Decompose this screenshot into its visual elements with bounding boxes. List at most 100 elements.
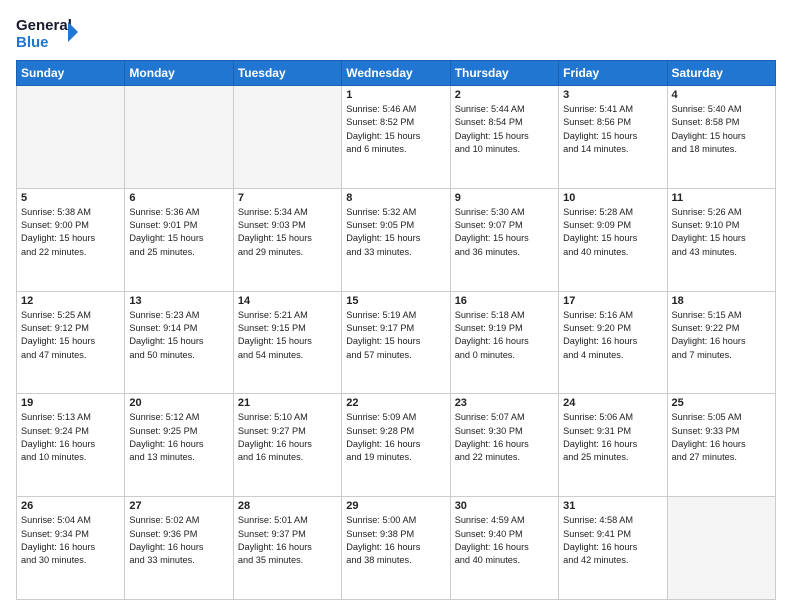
day-cell: 6 Sunrise: 5:36 AMSunset: 9:01 PMDaylight…	[125, 188, 233, 291]
day-cell	[17, 86, 125, 189]
weekday-header-saturday: Saturday	[667, 61, 775, 86]
day-cell: 22Sunrise: 5:09 AMSunset: 9:28 PMDayligh…	[342, 394, 450, 497]
day-cell: 17Sunrise: 5:16 AMSunset: 9:20 PMDayligh…	[559, 291, 667, 394]
day-info: Sunrise: 4:58 AMSunset: 9:41 PMDaylight:…	[563, 514, 662, 567]
day-cell: 16 Sunrise: 5:18 AMSunset: 9:19 PMDayligh…	[450, 291, 558, 394]
week-row-2: 5 Sunrise: 5:38 AMSunset: 9:00 PMDaylight…	[17, 188, 776, 291]
day-cell: 27 Sunrise: 5:02 AMSunset: 9:36 PMDayligh…	[125, 497, 233, 600]
day-info: Sunrise: 5:23 AMSunset: 9:14 PMDaylight:…	[129, 309, 228, 362]
day-cell: 25Sunrise: 5:05 AMSunset: 9:33 PMDayligh…	[667, 394, 775, 497]
day-number: 4	[672, 89, 771, 101]
weekday-header-thursday: Thursday	[450, 61, 558, 86]
day-info: Sunrise: 5:10 AMSunset: 9:27 PMDaylight:…	[238, 411, 337, 464]
page: GeneralBlue SundayMondayTuesdayWednesday…	[0, 0, 792, 612]
day-cell: 26 Sunrise: 5:04 AMSunset: 9:34 PMDayligh…	[17, 497, 125, 600]
day-info: Sunrise: 5:02 AMSunset: 9:36 PMDaylight:…	[129, 514, 228, 567]
header: GeneralBlue	[16, 12, 776, 52]
day-cell: 30 Sunrise: 4:59 AMSunset: 9:40 PMDayligh…	[450, 497, 558, 600]
day-info: Sunrise: 5:18 AMSunset: 9:19 PMDaylight:…	[455, 309, 554, 362]
day-number: 5	[21, 192, 120, 204]
day-number: 11	[672, 192, 771, 204]
logo-svg: GeneralBlue	[16, 12, 86, 52]
day-cell: 11 Sunrise: 5:26 AMSunset: 9:10 PMDayligh…	[667, 188, 775, 291]
day-number: 20	[129, 397, 228, 409]
day-number: 17	[563, 295, 662, 307]
week-row-5: 26 Sunrise: 5:04 AMSunset: 9:34 PMDayligh…	[17, 497, 776, 600]
day-cell: 21 Sunrise: 5:10 AMSunset: 9:27 PMDayligh…	[233, 394, 341, 497]
day-number: 23	[455, 397, 554, 409]
week-row-4: 19 Sunrise: 5:13 AMSunset: 9:24 PMDayligh…	[17, 394, 776, 497]
logo: GeneralBlue	[16, 12, 86, 52]
week-row-1: 1Sunrise: 5:46 AMSunset: 8:52 PMDaylight…	[17, 86, 776, 189]
day-cell: 13Sunrise: 5:23 AMSunset: 9:14 PMDayligh…	[125, 291, 233, 394]
day-info: Sunrise: 5:01 AMSunset: 9:37 PMDaylight:…	[238, 514, 337, 567]
day-info: Sunrise: 5:05 AMSunset: 9:33 PMDaylight:…	[672, 411, 771, 464]
day-cell: 12Sunrise: 5:25 AMSunset: 9:12 PMDayligh…	[17, 291, 125, 394]
day-cell: 8Sunrise: 5:32 AMSunset: 9:05 PMDaylight…	[342, 188, 450, 291]
day-info: Sunrise: 4:59 AMSunset: 9:40 PMDaylight:…	[455, 514, 554, 567]
day-cell	[667, 497, 775, 600]
day-cell: 31 Sunrise: 4:58 AMSunset: 9:41 PMDayligh…	[559, 497, 667, 600]
day-number: 8	[346, 192, 445, 204]
day-number: 24	[563, 397, 662, 409]
day-cell: 9 Sunrise: 5:30 AMSunset: 9:07 PMDaylight…	[450, 188, 558, 291]
day-number: 2	[455, 89, 554, 101]
calendar-table: SundayMondayTuesdayWednesdayThursdayFrid…	[16, 60, 776, 600]
day-cell: 14 Sunrise: 5:21 AMSunset: 9:15 PMDayligh…	[233, 291, 341, 394]
weekday-header-sunday: Sunday	[17, 61, 125, 86]
day-number: 9	[455, 192, 554, 204]
weekday-header-row: SundayMondayTuesdayWednesdayThursdayFrid…	[17, 61, 776, 86]
day-number: 26	[21, 500, 120, 512]
day-cell: 29 Sunrise: 5:00 AMSunset: 9:38 PMDayligh…	[342, 497, 450, 600]
day-cell: 5 Sunrise: 5:38 AMSunset: 9:00 PMDaylight…	[17, 188, 125, 291]
day-number: 29	[346, 500, 445, 512]
day-cell: 19 Sunrise: 5:13 AMSunset: 9:24 PMDayligh…	[17, 394, 125, 497]
day-cell: 28 Sunrise: 5:01 AMSunset: 9:37 PMDayligh…	[233, 497, 341, 600]
day-number: 6	[129, 192, 228, 204]
day-cell: 23Sunrise: 5:07 AMSunset: 9:30 PMDayligh…	[450, 394, 558, 497]
day-cell: 18Sunrise: 5:15 AMSunset: 9:22 PMDayligh…	[667, 291, 775, 394]
day-number: 1	[346, 89, 445, 101]
day-info: Sunrise: 5:44 AMSunset: 8:54 PMDaylight:…	[455, 103, 554, 156]
day-info: Sunrise: 5:40 AMSunset: 8:58 PMDaylight:…	[672, 103, 771, 156]
day-number: 21	[238, 397, 337, 409]
day-info: Sunrise: 5:38 AMSunset: 9:00 PMDaylight:…	[21, 206, 120, 259]
day-info: Sunrise: 5:28 AMSunset: 9:09 PMDaylight:…	[563, 206, 662, 259]
day-cell: 24 Sunrise: 5:06 AMSunset: 9:31 PMDayligh…	[559, 394, 667, 497]
day-info: Sunrise: 5:19 AMSunset: 9:17 PMDaylight:…	[346, 309, 445, 362]
day-info: Sunrise: 5:36 AMSunset: 9:01 PMDaylight:…	[129, 206, 228, 259]
day-number: 14	[238, 295, 337, 307]
day-number: 12	[21, 295, 120, 307]
weekday-header-friday: Friday	[559, 61, 667, 86]
day-info: Sunrise: 5:30 AMSunset: 9:07 PMDaylight:…	[455, 206, 554, 259]
day-info: Sunrise: 5:26 AMSunset: 9:10 PMDaylight:…	[672, 206, 771, 259]
day-info: Sunrise: 5:04 AMSunset: 9:34 PMDaylight:…	[21, 514, 120, 567]
day-info: Sunrise: 5:06 AMSunset: 9:31 PMDaylight:…	[563, 411, 662, 464]
day-number: 7	[238, 192, 337, 204]
day-cell	[125, 86, 233, 189]
day-info: Sunrise: 5:00 AMSunset: 9:38 PMDaylight:…	[346, 514, 445, 567]
weekday-header-monday: Monday	[125, 61, 233, 86]
day-number: 27	[129, 500, 228, 512]
day-cell	[233, 86, 341, 189]
day-cell: 7 Sunrise: 5:34 AMSunset: 9:03 PMDaylight…	[233, 188, 341, 291]
day-cell: 4 Sunrise: 5:40 AMSunset: 8:58 PMDaylight…	[667, 86, 775, 189]
svg-text:Blue: Blue	[16, 34, 49, 51]
day-number: 31	[563, 500, 662, 512]
day-info: Sunrise: 5:13 AMSunset: 9:24 PMDaylight:…	[21, 411, 120, 464]
day-info: Sunrise: 5:21 AMSunset: 9:15 PMDaylight:…	[238, 309, 337, 362]
day-cell: 2 Sunrise: 5:44 AMSunset: 8:54 PMDaylight…	[450, 86, 558, 189]
day-number: 30	[455, 500, 554, 512]
day-cell: 1Sunrise: 5:46 AMSunset: 8:52 PMDaylight…	[342, 86, 450, 189]
day-info: Sunrise: 5:34 AMSunset: 9:03 PMDaylight:…	[238, 206, 337, 259]
day-number: 28	[238, 500, 337, 512]
day-number: 19	[21, 397, 120, 409]
day-cell: 3Sunrise: 5:41 AMSunset: 8:56 PMDaylight…	[559, 86, 667, 189]
day-cell: 20Sunrise: 5:12 AMSunset: 9:25 PMDayligh…	[125, 394, 233, 497]
svg-text:General: General	[16, 17, 72, 34]
day-number: 15	[346, 295, 445, 307]
day-number: 16	[455, 295, 554, 307]
day-info: Sunrise: 5:15 AMSunset: 9:22 PMDaylight:…	[672, 309, 771, 362]
day-number: 22	[346, 397, 445, 409]
day-info: Sunrise: 5:41 AMSunset: 8:56 PMDaylight:…	[563, 103, 662, 156]
